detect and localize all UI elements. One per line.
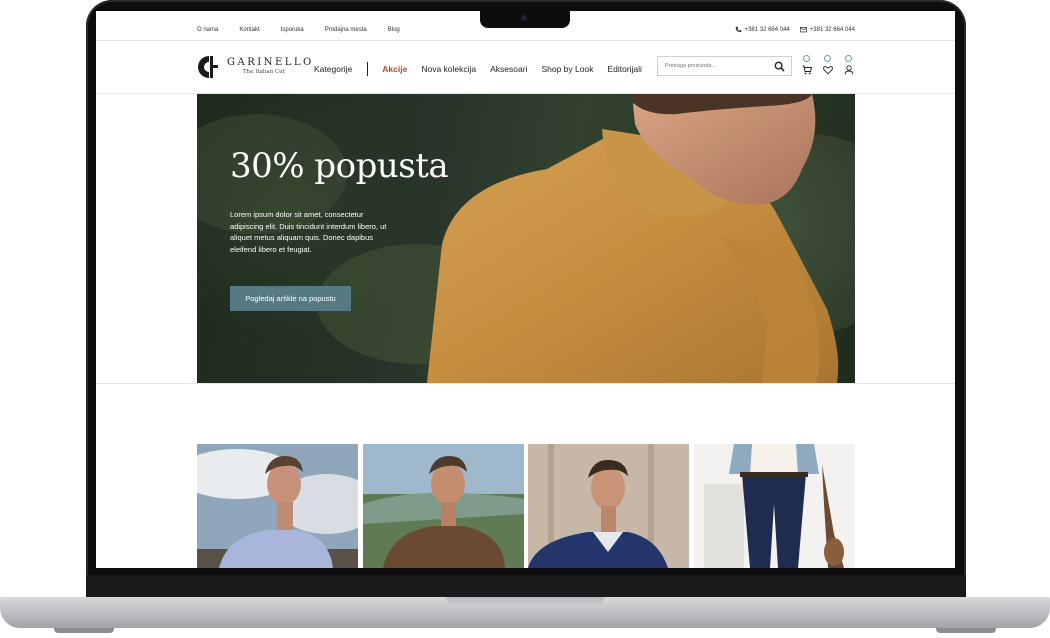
account-button[interactable] — [844, 55, 854, 77]
menu-shop-by-look[interactable]: Shop by Look — [541, 64, 593, 74]
menu-editorijali[interactable]: Editorijali — [607, 64, 642, 74]
section-divider — [96, 383, 955, 384]
menu-kategorije[interactable]: Kategorije — [314, 64, 352, 74]
hero-title: 30% popusta — [230, 146, 449, 186]
brand-name: GARINELLO — [227, 57, 314, 69]
brand-logo[interactable]: GARINELLO The Italian Cut — [197, 55, 314, 79]
menu-separator — [367, 62, 369, 76]
search-input[interactable]: Pretraga proizvoda... — [657, 56, 792, 76]
wishlist-button[interactable] — [823, 55, 833, 77]
camera-icon — [521, 15, 527, 21]
look-tile[interactable] — [197, 444, 358, 568]
heart-icon — [823, 66, 833, 75]
garinello-logo-mark — [198, 56, 218, 78]
look-photo-shirt — [197, 444, 358, 568]
account-status-badge — [845, 55, 852, 62]
look-photo-blazer — [528, 444, 689, 568]
look-photo-denim — [694, 444, 855, 568]
laptop-open-groove — [446, 597, 604, 607]
cart-icon — [802, 65, 812, 75]
menu-nova-kolekcija[interactable]: Nova kolekcija — [421, 64, 476, 74]
link-blog[interactable]: Blog — [388, 27, 400, 33]
cart-count-badge — [803, 55, 810, 62]
contact-number: +381 32 664 044 — [809, 26, 855, 33]
link-o-nama[interactable]: O nama — [197, 27, 218, 33]
link-kontakt[interactable]: Kontakt — [239, 27, 259, 33]
email-contact[interactable]: +381 32 664 044 — [799, 26, 855, 33]
screen: O nama Kontakt Isporuka Prodajna mesta B… — [96, 11, 955, 568]
model-photo — [427, 94, 839, 383]
cart-button[interactable] — [802, 55, 812, 77]
utility-links: O nama Kontakt Isporuka Prodajna mesta B… — [197, 27, 421, 33]
main-header: GARINELLO The Italian Cut Kategorije Akc… — [96, 41, 955, 94]
brand-tagline: The Italian Cut — [243, 69, 285, 76]
look-tile[interactable] — [363, 444, 524, 568]
link-prodajna-mesta[interactable]: Prodajna mesta — [325, 27, 367, 33]
menu-aksesoari[interactable]: Aksesoari — [490, 64, 527, 74]
view-sale-items-button[interactable]: Pogledaj artikle na popustu — [230, 286, 351, 311]
look-tile[interactable] — [528, 444, 689, 568]
header-actions — [802, 55, 854, 77]
link-isporuka[interactable]: Isporuka — [281, 27, 304, 33]
look-photo-polo — [363, 444, 524, 568]
menu-akcije[interactable]: Akcije — [382, 64, 407, 74]
logo-text: GARINELLO The Italian Cut — [227, 58, 314, 76]
main-menu: Kategorije Akcije Nova kolekcija Aksesoa… — [314, 62, 656, 76]
look-tile[interactable] — [694, 444, 855, 568]
phone-number: +381 32 664 044 — [744, 26, 790, 33]
laptop-chin — [86, 575, 966, 598]
phone-contact[interactable]: +381 32 664 044 — [735, 26, 790, 33]
wishlist-count-badge — [824, 55, 831, 62]
contact-info: +381 32 664 044 +381 32 664 044 — [735, 26, 855, 33]
search-icon[interactable] — [774, 61, 785, 72]
mail-icon — [799, 27, 807, 33]
hero-banner: 30% popusta Lorem ipsum dolor sit amet, … — [197, 94, 855, 383]
camera-notch — [480, 11, 570, 28]
laptop-foot — [54, 628, 114, 633]
search-placeholder: Pretraga proizvoda... — [665, 63, 717, 69]
user-icon — [844, 65, 854, 75]
hero-description: Lorem ipsum dolor sit amet, consectetur … — [230, 210, 387, 254]
phone-icon — [735, 26, 741, 33]
laptop-foot — [936, 628, 996, 633]
